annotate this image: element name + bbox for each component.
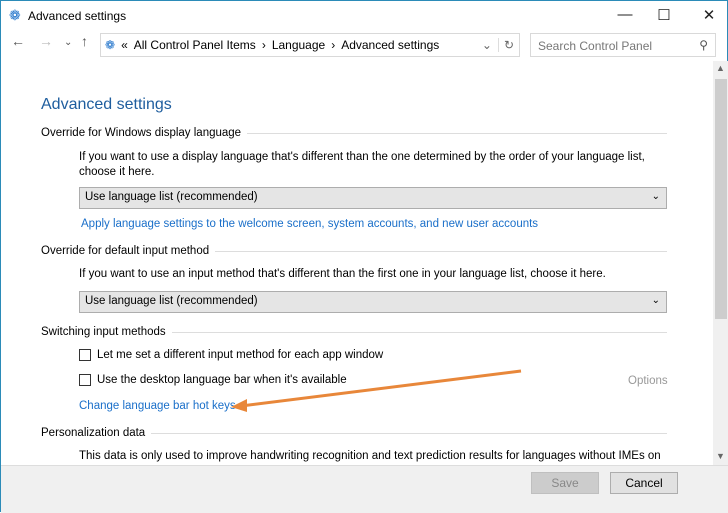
scroll-down-icon: ▼: [716, 451, 725, 461]
save-button[interactable]: Save: [531, 472, 599, 494]
annotation-arrow: [231, 369, 522, 412]
cancel-button[interactable]: Cancel: [610, 472, 678, 494]
scrollbar-thumb[interactable]: [715, 79, 727, 319]
scroll-up-icon: ▲: [716, 63, 725, 73]
